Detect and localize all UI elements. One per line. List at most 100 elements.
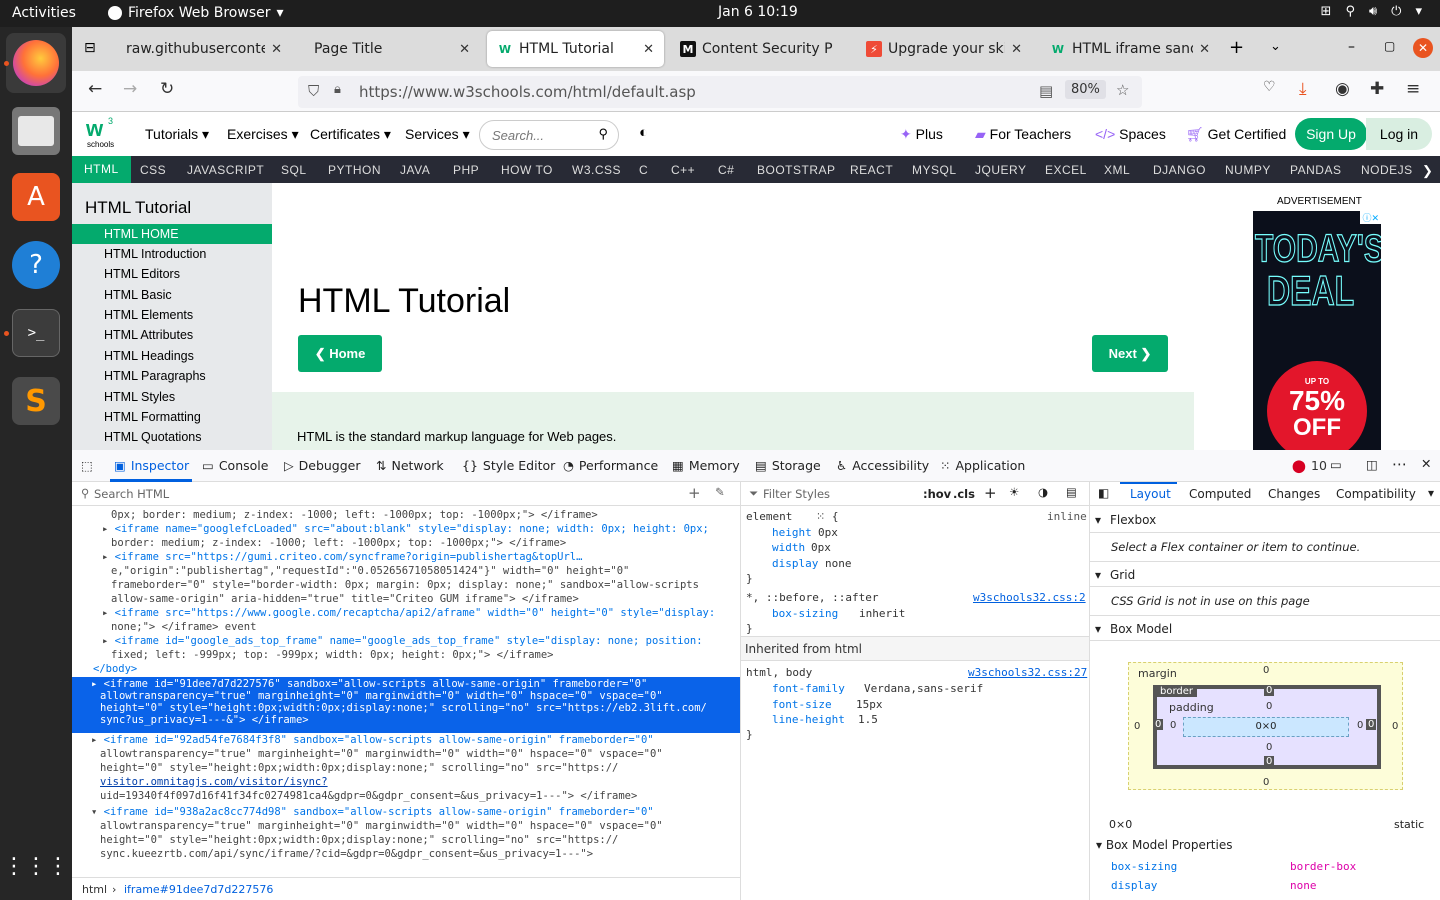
tab-html-iframe[interactable]: W HTML iframe sand ✕: [1040, 31, 1220, 67]
rule-value[interactable]: 1.5: [858, 713, 878, 726]
tab-debugger[interactable]: ▷ Debugger: [284, 458, 361, 473]
search-input[interactable]: Search... ⚲: [479, 120, 619, 150]
terminal-icon[interactable]: >_: [12, 309, 60, 357]
subject-javascript[interactable]: JAVASCRIPT: [187, 163, 264, 177]
subject-numpy[interactable]: NUMPY: [1225, 163, 1271, 177]
rule-value[interactable]: 0px: [811, 541, 831, 554]
rule-source-link[interactable]: w3schools32.css:2: [973, 591, 1086, 604]
menu-certificates[interactable]: Certificates ▾: [310, 126, 391, 143]
search-html-input[interactable]: ⚲ Search HTML + ✎: [72, 482, 740, 506]
subject-bootstrap[interactable]: BOOTSTRAP: [757, 163, 836, 177]
code-line[interactable]: fixed; left: -999px; top: -999px; width:…: [72, 649, 740, 661]
subject-csharp[interactable]: C#: [718, 163, 734, 177]
code-line[interactable]: ▸ <iframe src="https://www.google.com/re…: [72, 607, 740, 619]
filter-styles-input[interactable]: ⏷ Filter Styles :hov .cls + ☀ ◑ ▤: [741, 482, 1090, 506]
subject-sql[interactable]: SQL: [281, 163, 307, 177]
rule-property[interactable]: font-size: [772, 698, 832, 711]
tab-list-icon[interactable]: ⌄: [1270, 39, 1281, 54]
firefox-icon[interactable]: [6, 33, 66, 93]
section-flexbox[interactable]: ▾ Flexbox: [1090, 507, 1440, 533]
breadcrumb-html[interactable]: html: [82, 883, 107, 896]
code-line[interactable]: height="0" style="height:0px;width:0px;d…: [72, 834, 740, 846]
app-menu[interactable]: Firefox Web Browser ▾: [108, 5, 284, 21]
account-icon[interactable]: ◉: [1335, 79, 1350, 99]
ad-info-icon[interactable]: ⓘ✕: [1360, 211, 1381, 224]
minimize-icon[interactable]: –: [1348, 39, 1355, 55]
close-icon[interactable]: ✕: [1011, 42, 1022, 57]
sign-up-button[interactable]: Sign Up: [1295, 118, 1367, 150]
code-line[interactable]: height="0" style="height:0px;width:0px;d…: [72, 762, 740, 774]
search-icon[interactable]: ⚲: [598, 126, 608, 142]
rule-property[interactable]: width: [772, 541, 805, 554]
plus-link[interactable]: ✦ Plus: [900, 126, 943, 143]
pocket-icon[interactable]: ♡: [1263, 79, 1276, 95]
expand-arrow-icon[interactable]: ▸: [102, 523, 115, 535]
error-count-badge[interactable]: ⬤ 10: [1292, 458, 1327, 473]
code-line[interactable]: frameborder="0" style="border-width: 0px…: [72, 579, 740, 591]
close-devtools-icon[interactable]: ✕: [1421, 456, 1431, 471]
for-teachers-link[interactable]: ▰ For Teachers: [975, 126, 1071, 143]
sidebar-item-html-home[interactable]: HTML HOME: [72, 224, 272, 244]
rule-source-link[interactable]: w3schools32.css:27: [968, 666, 1087, 679]
code-line[interactable]: ▸ <iframe id="google_ads_top_frame" name…: [72, 635, 740, 647]
section-grid[interactable]: ▾ Grid: [1090, 561, 1440, 587]
tab-layout[interactable]: Layout: [1130, 487, 1171, 501]
subject-nodejs[interactable]: NODEJS: [1361, 163, 1413, 177]
code-line[interactable]: uid=19340f4f097d16f41f34fc0274981ca4&gdp…: [72, 790, 740, 802]
rule-value[interactable]: inherit: [859, 607, 905, 620]
menu-exercises[interactable]: Exercises ▾: [227, 126, 299, 143]
sidebar-item[interactable]: HTML Quotations: [72, 427, 272, 447]
rule-property[interactable]: display: [772, 557, 818, 570]
subject-c[interactable]: C: [639, 163, 648, 177]
subject-php[interactable]: PHP: [453, 163, 479, 177]
content-box[interactable]: 0×0: [1183, 717, 1349, 737]
code-line[interactable]: 0px; border: medium; z-index: -1000; lef…: [72, 509, 740, 521]
rule-value[interactable]: 15px: [856, 698, 883, 711]
border-bottom-value[interactable]: 0: [1264, 756, 1275, 767]
lock-icon[interactable]: 🔒︎: [334, 82, 341, 97]
tab-performance[interactable]: ◔ Performance: [563, 458, 658, 473]
chevron-right-icon[interactable]: ❯: [1422, 163, 1433, 179]
tab-page-title[interactable]: Page Title ✕: [304, 31, 480, 67]
border-left-value[interactable]: 0: [1153, 719, 1164, 730]
subject-jquery[interactable]: JQUERY: [975, 163, 1026, 177]
w3schools-logo[interactable]: w 3 schools: [86, 116, 120, 152]
code-line[interactable]: allowtransparency="true" marginheight="0…: [72, 748, 740, 760]
code-line[interactable]: ▸ <iframe id="92ad54fe7684f3f8" sandbox=…: [72, 734, 740, 746]
code-line[interactable]: ▸ <iframe name="googlefcLoaded" src="abo…: [72, 523, 740, 535]
expand-arrow-icon[interactable]: ▸: [102, 635, 115, 647]
log-in-button[interactable]: Log in: [1366, 118, 1432, 150]
code-line[interactable]: ▾ <iframe id="938a2ac8cc774d98" sandbox=…: [72, 806, 740, 818]
maximize-icon[interactable]: ▢: [1384, 39, 1395, 53]
subject-html[interactable]: HTML: [72, 156, 131, 183]
rule-value[interactable]: Verdana,sans-serif: [864, 682, 983, 695]
close-icon[interactable]: ✕: [271, 42, 282, 57]
reader-view-icon[interactable]: ▤: [1039, 82, 1053, 100]
sidebar-item[interactable]: HTML Paragraphs: [72, 366, 272, 386]
forward-icon[interactable]: →: [123, 79, 137, 99]
rule-property[interactable]: box-sizing: [772, 607, 838, 620]
menu-services[interactable]: Services ▾: [405, 126, 470, 143]
code-line[interactable]: </body>: [72, 663, 740, 675]
url-bar[interactable]: ⛉ 🔒︎ https://www.w3schools.com/html/defa…: [298, 76, 1142, 108]
expand-arrow-icon[interactable]: ▸: [91, 734, 104, 746]
tab-accessibility[interactable]: ♿︎ Accessibility: [836, 458, 929, 473]
new-tab-icon[interactable]: +: [1229, 37, 1244, 58]
dock-side-icon[interactable]: ◫: [1366, 457, 1378, 472]
margin-top-value[interactable]: 0: [1263, 665, 1269, 676]
margin-bottom-value[interactable]: 0: [1263, 777, 1269, 788]
expand-arrow-icon[interactable]: ▸: [91, 678, 104, 690]
section-box-model[interactable]: ▾ Box Model: [1090, 615, 1440, 641]
activities-button[interactable]: Activities: [12, 5, 76, 21]
shield-icon[interactable]: ⛉: [308, 82, 319, 100]
code-line[interactable]: none;"> </iframe> event: [72, 621, 740, 633]
sidebar-item[interactable]: HTML Introduction: [72, 244, 272, 264]
back-icon[interactable]: ←: [88, 79, 102, 99]
code-line[interactable]: border: medium; z-index: -1000; left: -1…: [72, 537, 740, 549]
tab-network[interactable]: ⇅ Network: [376, 458, 444, 473]
responsive-mode-icon[interactable]: ▭: [1330, 457, 1342, 472]
padding-left-value[interactable]: 0: [1170, 720, 1176, 731]
spaces-link[interactable]: </> Spaces: [1095, 126, 1166, 142]
tab-computed[interactable]: Computed: [1189, 487, 1251, 501]
subject-howto[interactable]: HOW TO: [501, 163, 553, 177]
